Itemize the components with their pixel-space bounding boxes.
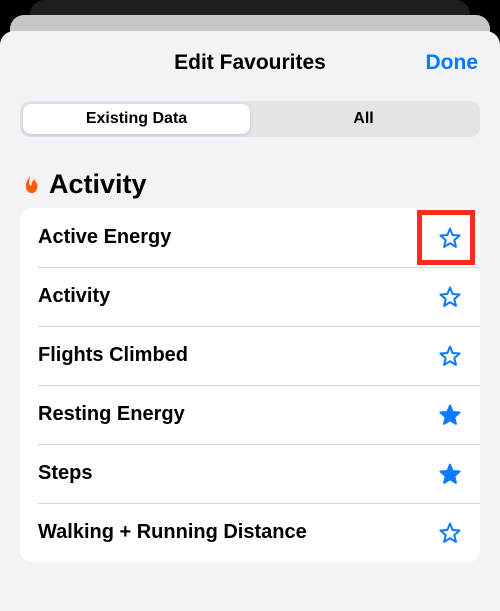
star-filled-icon[interactable] bbox=[438, 403, 462, 427]
star-outline-icon[interactable] bbox=[438, 226, 462, 250]
list-item-label: Activity bbox=[38, 285, 110, 308]
segment-existing-data[interactable]: Existing Data bbox=[23, 104, 250, 134]
list-item[interactable]: Resting Energy bbox=[20, 385, 480, 444]
section-title: Activity bbox=[49, 169, 147, 200]
list-item-label: Resting Energy bbox=[38, 403, 185, 426]
star-outline-icon[interactable] bbox=[438, 285, 462, 309]
segmented-control[interactable]: Existing Data All bbox=[20, 101, 480, 137]
list-item[interactable]: Activity bbox=[20, 267, 480, 326]
list-item-label: Walking + Running Distance bbox=[38, 521, 307, 544]
list-item[interactable]: Active Energy bbox=[20, 208, 480, 267]
section-header: Activity bbox=[20, 169, 480, 200]
activity-list: Active Energy Activity Flights Climbed Rest… bbox=[20, 208, 480, 562]
list-item-label: Steps bbox=[38, 462, 92, 485]
list-item-label: Flights Climbed bbox=[38, 344, 188, 367]
star-filled-icon[interactable] bbox=[438, 462, 462, 486]
flame-icon bbox=[20, 173, 40, 197]
sheet-header: Edit Favourites Done bbox=[20, 31, 480, 95]
star-outline-icon[interactable] bbox=[438, 521, 462, 545]
list-item[interactable]: Walking + Running Distance bbox=[20, 503, 480, 562]
page-title: Edit Favourites bbox=[20, 51, 480, 75]
list-item[interactable]: Flights Climbed bbox=[20, 326, 480, 385]
segment-all[interactable]: All bbox=[250, 104, 477, 134]
edit-favourites-sheet: Edit Favourites Done Existing Data All A… bbox=[0, 31, 500, 611]
done-button[interactable]: Done bbox=[426, 51, 479, 75]
star-outline-icon[interactable] bbox=[438, 344, 462, 368]
list-item[interactable]: Steps bbox=[20, 444, 480, 503]
list-item-label: Active Energy bbox=[38, 226, 171, 249]
